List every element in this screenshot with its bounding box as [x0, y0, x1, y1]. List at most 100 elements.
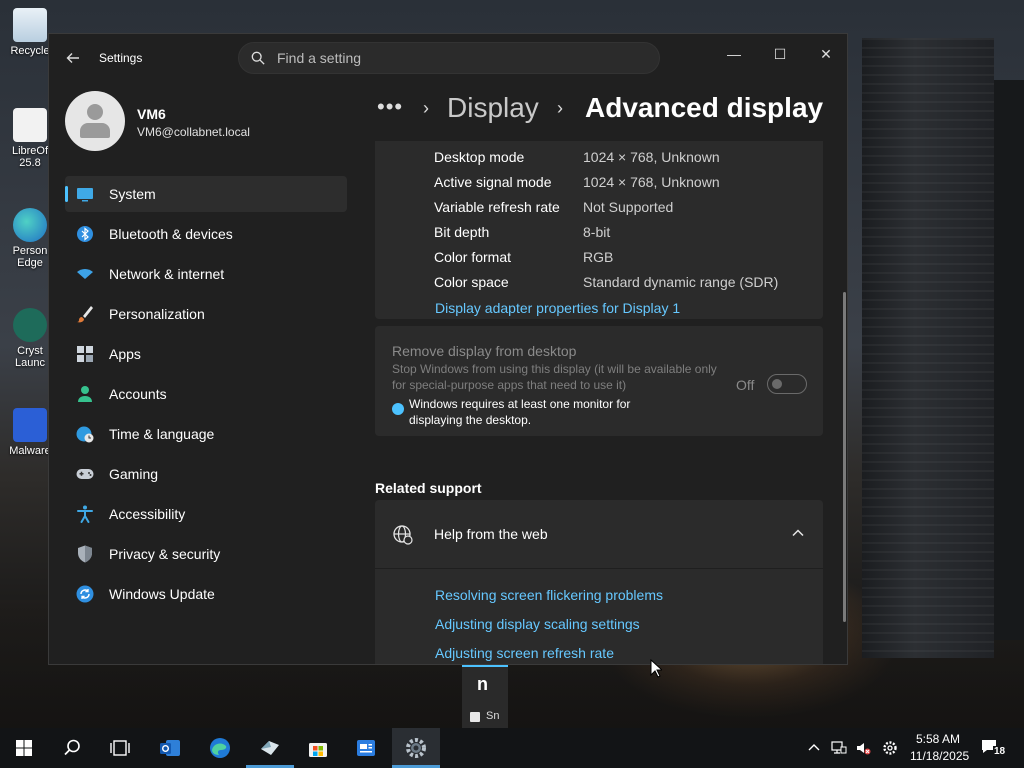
- user-name: VM6: [137, 106, 166, 122]
- info-label: Color space: [434, 274, 509, 290]
- taskbar-edge[interactable]: [196, 728, 244, 768]
- maximize-button[interactable]: ☐: [757, 40, 803, 68]
- settings-icon: [406, 738, 426, 758]
- sidebar-item-personalization[interactable]: Personalization: [65, 296, 347, 332]
- globe-help-icon: [393, 525, 413, 545]
- close-button[interactable]: ✕: [803, 40, 847, 68]
- volume-muted-icon[interactable]: [855, 740, 871, 756]
- person-icon: [78, 386, 92, 402]
- sidebar-item-gaming[interactable]: Gaming: [65, 456, 347, 492]
- sidebar-item-label: Gaming: [109, 466, 159, 482]
- info-value: 8-bit: [583, 224, 611, 240]
- sidebar-item-network[interactable]: Network & internet: [65, 256, 347, 292]
- search-box[interactable]: [238, 42, 660, 74]
- help-link-refresh-rate[interactable]: Adjusting screen refresh rate: [435, 645, 614, 661]
- sidebar-item-time-language[interactable]: Time & language: [65, 416, 347, 452]
- start-button[interactable]: [0, 728, 48, 768]
- network-icon[interactable]: [831, 740, 847, 756]
- info-value: 1024 × 768, Unknown: [583, 149, 720, 165]
- breadcrumb-separator: ›: [557, 98, 563, 118]
- show-hidden-icons-chevron-icon[interactable]: [806, 740, 822, 756]
- globe-clock-icon: [76, 426, 94, 443]
- news-icon: [357, 740, 375, 756]
- sidebar-item-privacy[interactable]: Privacy & security: [65, 536, 347, 572]
- breadcrumb-more-button[interactable]: •••: [377, 94, 403, 120]
- sidebar-item-accessibility[interactable]: Accessibility: [65, 496, 347, 532]
- remove-display-warning: Windows requires at least one monitor fo…: [409, 397, 631, 427]
- sidebar-item-label: Privacy & security: [109, 546, 221, 562]
- info-label: Active signal mode: [434, 174, 552, 190]
- display-adapter-properties-link[interactable]: Display adapter properties for Display 1: [435, 300, 680, 316]
- sidebar-item-label: Windows Update: [109, 586, 215, 602]
- search-input[interactable]: [277, 43, 637, 73]
- taskbar-crystal-app[interactable]: [246, 728, 294, 768]
- help-link-flickering[interactable]: Resolving screen flickering problems: [435, 587, 663, 603]
- wallpaper-structure: [994, 80, 1024, 640]
- sidebar-item-label: Accessibility: [109, 506, 186, 522]
- desktop-icon-label: Person Edge: [12, 245, 48, 269]
- taskbar-outlook[interactable]: [146, 728, 194, 768]
- task-view-button[interactable]: [96, 728, 144, 768]
- bluetooth-icon: [77, 226, 93, 242]
- crystal-launcher-icon: [13, 308, 47, 342]
- sidebar-item-label: System: [109, 186, 156, 202]
- clock-date[interactable]: 11/18/2025: [910, 749, 969, 763]
- desktop-icon-label: Recycle: [10, 45, 50, 57]
- brush-icon: [77, 306, 93, 323]
- sidebar-item-label: Apps: [109, 346, 141, 362]
- desktop-icon-label: Cryst Launc: [15, 345, 45, 369]
- desktop-icon-label: LibreOf 25.8: [11, 145, 49, 169]
- sidebar-item-label: Accounts: [109, 386, 167, 402]
- task-view-icon: [110, 740, 130, 756]
- store-icon: [309, 743, 327, 757]
- sidebar-item-label: Personalization: [109, 306, 205, 322]
- edge-profile-icon: [13, 208, 47, 242]
- wifi-icon: [77, 269, 93, 279]
- sidebar-item-bluetooth[interactable]: Bluetooth & devices: [65, 216, 347, 252]
- help-from-web-expander[interactable]: Help from the web: [375, 500, 823, 568]
- update-icon: [76, 585, 94, 603]
- taskbar-store[interactable]: [294, 728, 342, 768]
- clock-time[interactable]: 5:58 AM: [916, 732, 960, 746]
- malwarebytes-icon: [13, 408, 47, 442]
- avatar[interactable]: [65, 91, 125, 151]
- taskbar-news[interactable]: [342, 728, 390, 768]
- sidebar-item-windows-update[interactable]: Windows Update: [65, 576, 347, 612]
- taskbar-search-button[interactable]: [48, 728, 96, 768]
- popup-checkbox[interactable]: [470, 712, 480, 722]
- display-info-card: Desktop mode 1024 × 768, Unknown Active …: [375, 141, 823, 319]
- remove-display-description: Stop Windows from using this display (it…: [392, 362, 717, 392]
- search-icon: [251, 51, 265, 65]
- sidebar-item-apps[interactable]: Apps: [65, 336, 347, 372]
- gear-icon[interactable]: [882, 740, 898, 756]
- remove-display-toggle[interactable]: [767, 374, 807, 394]
- gamepad-icon: [76, 469, 94, 479]
- info-icon: [392, 403, 404, 415]
- sidebar-item-label: Time & language: [109, 426, 215, 442]
- notification-center-button[interactable]: 18: [980, 738, 1007, 758]
- snipping-popup[interactable]: n Sn: [462, 665, 508, 729]
- breadcrumb-separator: ›: [423, 98, 429, 118]
- sidebar-item-accounts[interactable]: Accounts: [65, 376, 347, 412]
- back-button[interactable]: [61, 46, 85, 70]
- content-pane: Desktop mode 1024 × 768, Unknown Active …: [375, 141, 823, 664]
- edge-icon: [210, 738, 230, 758]
- apps-icon: [77, 346, 93, 362]
- accessibility-icon: [77, 505, 93, 523]
- wallpaper-tower: [862, 38, 994, 658]
- taskbar-settings[interactable]: [392, 728, 440, 768]
- help-from-web-card: Help from the web Resolving screen flick…: [375, 500, 823, 664]
- shield-icon: [78, 545, 92, 563]
- help-link-scaling[interactable]: Adjusting display scaling settings: [435, 616, 640, 632]
- sidebar-nav: System Bluetooth & devices Network & int…: [65, 176, 347, 616]
- info-label: Variable refresh rate: [434, 199, 560, 215]
- divider: [375, 568, 823, 569]
- info-value: Not Supported: [583, 199, 674, 215]
- breadcrumb-display-link[interactable]: Display: [447, 92, 539, 124]
- sidebar-item-system[interactable]: System: [65, 176, 347, 212]
- info-value: Standard dynamic range (SDR): [583, 274, 779, 290]
- minimize-button[interactable]: —: [711, 40, 757, 68]
- info-value: RGB: [583, 249, 614, 265]
- sidebar-item-label: Bluetooth & devices: [109, 226, 233, 242]
- content-scrollbar[interactable]: [843, 292, 846, 622]
